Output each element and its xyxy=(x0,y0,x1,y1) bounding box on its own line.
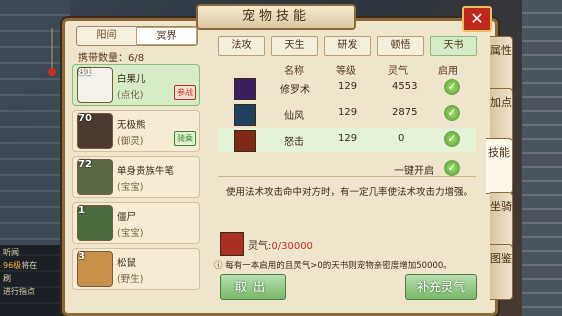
exit-button[interactable]: 取出 xyxy=(220,274,286,300)
tab-tiansheng[interactable]: 天生 xyxy=(271,36,318,56)
close-icon: ✕ xyxy=(470,9,484,28)
lantern-decoration xyxy=(48,28,56,78)
pet-item[interactable]: 72 单身贵族牛笔 (宝宝) xyxy=(72,156,200,198)
side-tab-skills[interactable]: 技能 xyxy=(486,138,513,194)
skill-icon xyxy=(234,104,256,126)
carry-count: 携带数量：6/8 xyxy=(78,53,145,64)
table-row[interactable]: 修罗术 129 4553 ✓ xyxy=(218,76,476,100)
pet-list: 81 白果儿 (点化) 参战 70 无极熊 (御灵) 骑乘 72 单身贵族牛笔 … xyxy=(72,64,200,294)
lingqi-icon xyxy=(220,232,244,256)
skill-level: 129 xyxy=(338,107,358,118)
column-header: 等级 xyxy=(336,66,356,77)
world-tabs: 阳间 冥界 xyxy=(76,26,198,46)
skill-lingqi: 2875 xyxy=(392,107,418,118)
tab-tianshu[interactable]: 天书 xyxy=(430,36,477,56)
pet-type: (点化) xyxy=(117,90,144,101)
pet-type: (宝宝) xyxy=(117,228,144,239)
column-header: 启用 xyxy=(438,66,458,77)
skill-level: 129 xyxy=(338,133,358,144)
side-tab-points[interactable]: 加点 xyxy=(490,88,513,144)
tab-fagong[interactable]: 法攻 xyxy=(218,36,265,56)
checkmark-icon[interactable]: ✓ xyxy=(444,131,460,147)
chat-line: 96级将在 xyxy=(3,261,38,270)
skill-lingqi: 0 xyxy=(398,133,405,144)
column-header: 灵气 xyxy=(388,66,408,77)
pet-name: 白果儿 xyxy=(117,74,146,85)
skill-name: 仙风 xyxy=(284,111,304,122)
tab-yanfa[interactable]: 研发 xyxy=(324,36,371,56)
close-button[interactable]: ✕ xyxy=(462,6,492,32)
chat-line: 听闻 xyxy=(3,248,19,257)
pet-name: 单身贵族牛笔 xyxy=(117,166,175,177)
notice-text: ⓘ 每有一本启用的且灵气>0的天书则宠物亲密度增加50000。 xyxy=(214,261,452,271)
checkmark-icon[interactable]: ✓ xyxy=(444,105,460,121)
pet-item[interactable]: 81 白果儿 (点化) 参战 xyxy=(72,64,200,106)
skill-icon xyxy=(234,78,256,100)
divider xyxy=(218,176,476,177)
pet-name: 僵尸 xyxy=(117,212,137,223)
pet-level: 70 xyxy=(78,113,92,124)
info-icon: ⓘ xyxy=(214,261,223,271)
chat-box[interactable]: 听闻 96级将在 刷 进行指点 xyxy=(0,245,70,316)
column-header: 名称 xyxy=(284,66,304,77)
tab-yin[interactable]: 冥界 xyxy=(136,27,197,45)
tab-yang[interactable]: 阳间 xyxy=(77,27,136,45)
table-row[interactable]: 怒击 129 0 ✓ xyxy=(218,128,476,152)
status-badge: 骑乘 xyxy=(174,131,196,146)
pet-level: 81 xyxy=(78,67,92,78)
status-badge: 参战 xyxy=(174,85,196,100)
side-tab-attributes[interactable]: 属性 xyxy=(490,36,513,92)
chat-line: 刷 xyxy=(3,274,11,283)
skill-description: 使用法术攻击命中对方时，有一定几率使法术攻击力增强。 xyxy=(226,187,474,198)
lingqi-readout: 灵气:0/30000 xyxy=(248,241,313,252)
side-tab-illustrated[interactable]: 图鉴 xyxy=(490,244,513,300)
side-tab-mount[interactable]: 坐骑 xyxy=(490,192,513,248)
background-scenery-right xyxy=(522,0,562,316)
skill-level: 129 xyxy=(338,81,358,92)
checkmark-icon[interactable]: ✓ xyxy=(444,79,460,95)
pet-name: 松鼠 xyxy=(117,258,137,269)
chat-line: 进行指点 xyxy=(3,287,35,296)
one-key-checkmark-icon[interactable]: ✓ xyxy=(444,160,460,176)
skill-name: 怒击 xyxy=(284,137,304,148)
tab-dunwu[interactable]: 顿悟 xyxy=(377,36,424,56)
pet-item[interactable]: 70 无极熊 (御灵) 骑乘 xyxy=(72,110,200,152)
skill-lingqi: 4553 xyxy=(392,81,418,92)
panel-title: 宠物技能 xyxy=(196,4,356,30)
pet-name: 无极熊 xyxy=(117,120,146,131)
skill-name: 修罗术 xyxy=(280,85,310,96)
refill-lingqi-button[interactable]: 补充灵气 xyxy=(405,274,477,300)
pet-level: 1 xyxy=(78,205,85,216)
table-row[interactable]: 仙风 129 2875 ✓ xyxy=(218,102,476,126)
pet-item[interactable]: 1 僵尸 (宝宝) xyxy=(72,202,200,244)
one-key-enable-label: 一键开启 xyxy=(394,166,434,177)
pet-type: (野生) xyxy=(117,274,144,285)
pet-level: 72 xyxy=(78,159,92,170)
pet-type: (御灵) xyxy=(117,136,144,147)
pet-item[interactable]: 3 松鼠 (野生) xyxy=(72,248,200,290)
pet-type: (宝宝) xyxy=(117,182,144,193)
skill-icon xyxy=(234,130,256,152)
pet-level: 3 xyxy=(78,251,85,262)
skill-category-tabs: 法攻 天生 研发 顿悟 天书 xyxy=(218,36,477,56)
skill-table: 名称 等级 灵气 启用 修罗术 129 4553 ✓ 仙风 129 2875 ✓… xyxy=(218,62,476,177)
